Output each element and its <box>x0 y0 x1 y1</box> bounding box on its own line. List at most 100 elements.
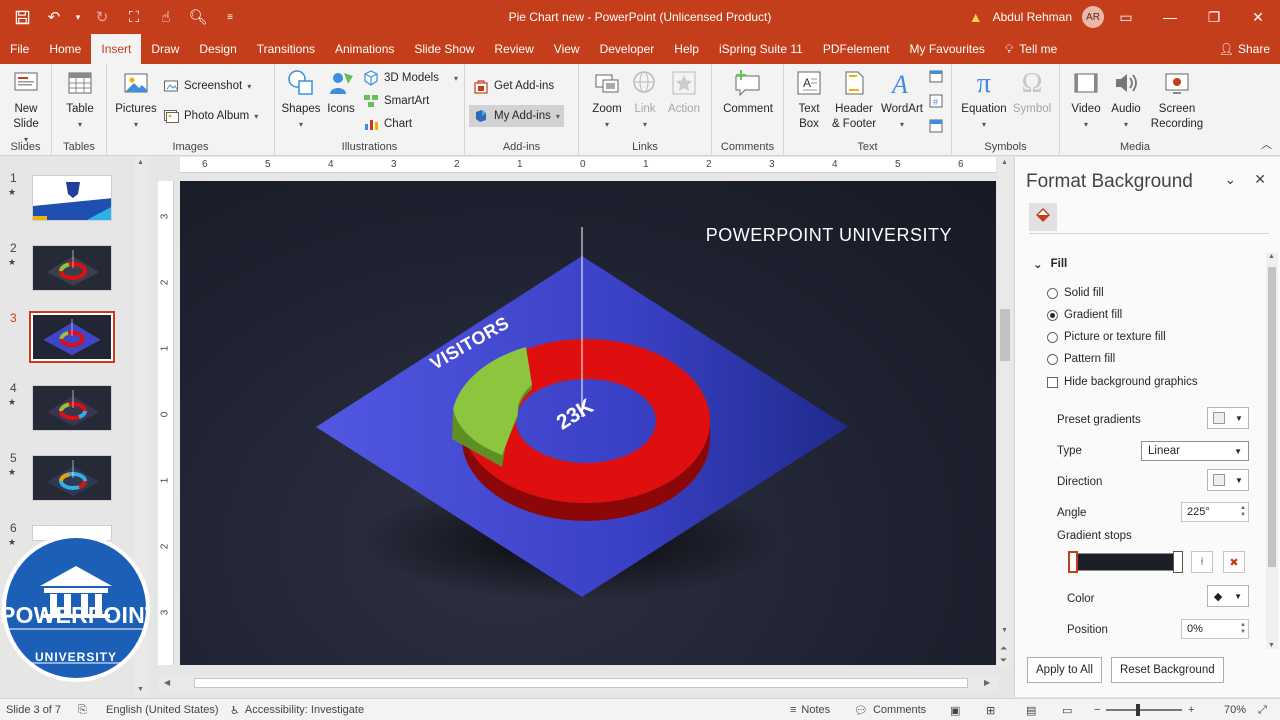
chevron-down-icon[interactable]: ⌄ <box>1225 171 1237 188</box>
apply-to-all-button[interactable]: Apply to All <box>1027 657 1102 683</box>
tell-me-search[interactable]: 💡︎ Tell me <box>995 34 1067 64</box>
photo-album-button[interactable]: Photo Album ▾ <box>163 106 258 126</box>
gradient-stop[interactable] <box>1173 551 1183 573</box>
tab-view[interactable]: View <box>544 34 590 64</box>
slide-vertical-scrollbar[interactable]: ▲ ▼ ⏶ ⏷ <box>998 157 1012 667</box>
screen-recording-button[interactable]: Screen Recording <box>1148 68 1206 132</box>
zoom-out-icon[interactable]: − <box>1094 699 1100 720</box>
chart-button[interactable]: Chart <box>363 114 412 134</box>
zoom-level[interactable]: 70% <box>1224 699 1246 720</box>
tab-ispring[interactable]: iSpring Suite 11 <box>709 34 813 64</box>
previous-slide-icon[interactable]: ⏶ <box>1000 643 1007 654</box>
zoom-button[interactable]: Zoom ▾ <box>589 68 625 132</box>
object-icon[interactable] <box>928 118 944 137</box>
customize-qat-icon[interactable]: ≡ <box>216 3 244 31</box>
tab-developer[interactable]: Developer <box>590 34 665 64</box>
fit-to-window-icon[interactable]: ⤢ <box>1258 699 1267 720</box>
preset-gradients-dropdown[interactable]: ▼ <box>1207 407 1249 429</box>
remove-gradient-stop-icon[interactable]: ✖ <box>1223 551 1245 573</box>
tab-insert[interactable]: Insert <box>91 34 142 64</box>
restore-icon[interactable]: ❐ <box>1192 0 1236 34</box>
touch-mode-icon[interactable]: ☝ <box>152 3 180 31</box>
audio-button[interactable]: Audio ▾ <box>1108 68 1144 132</box>
add-gradient-stop-icon[interactable]: ⍿ <box>1191 551 1213 573</box>
scroll-down-icon[interactable]: ▼ <box>1001 627 1008 634</box>
type-dropdown[interactable]: Linear ▼ <box>1141 441 1249 461</box>
tab-home[interactable]: Home <box>39 34 91 64</box>
close-icon[interactable]: ✕ <box>1236 0 1280 34</box>
position-spinner[interactable]: 0% ▲ ▼ <box>1181 619 1249 639</box>
scroll-left-icon[interactable]: ◀ <box>164 678 170 687</box>
header-footer-button[interactable]: Header & Footer <box>828 68 880 132</box>
save-icon[interactable] <box>8 3 36 31</box>
tab-help[interactable]: Help <box>664 34 709 64</box>
tab-my-favourites[interactable]: My Favourites <box>900 34 995 64</box>
scroll-right-icon[interactable]: ▶ <box>984 678 990 687</box>
tab-review[interactable]: Review <box>484 34 543 64</box>
pictures-button[interactable]: Pictures ▾ <box>115 68 157 132</box>
print-preview-icon[interactable]: 🔍︎ <box>184 3 212 31</box>
angle-spinner[interactable]: 225° ▲ ▼ <box>1181 502 1249 522</box>
reading-view-icon[interactable]: ▤ <box>1026 699 1036 720</box>
spell-check-icon[interactable]: ⎘ <box>78 699 87 720</box>
tab-pdfelement[interactable]: PDFelement <box>813 34 900 64</box>
scroll-thumb[interactable] <box>194 678 968 688</box>
tab-file[interactable]: File <box>0 34 39 64</box>
spinner-arrows-icon[interactable]: ▲ ▼ <box>1238 622 1248 636</box>
scroll-up-icon[interactable]: ▲ <box>137 159 144 166</box>
icons-button[interactable]: Icons <box>323 68 359 117</box>
tab-draw[interactable]: Draw <box>141 34 189 64</box>
pane-scrollbar[interactable]: ▲ ▼ <box>1266 253 1278 649</box>
close-icon[interactable]: ✕ <box>1254 171 1266 188</box>
minimize-icon[interactable]: — <box>1148 0 1192 34</box>
slide-title[interactable]: POWERPOINT UNIVERSITY <box>706 225 952 246</box>
color-dropdown[interactable]: ◆ ▼ <box>1207 585 1249 607</box>
scroll-down-icon[interactable]: ▼ <box>1268 642 1275 649</box>
scroll-down-icon[interactable]: ▼ <box>137 686 144 693</box>
zoom-in-icon[interactable]: + <box>1188 699 1194 720</box>
avatar[interactable]: AR <box>1082 6 1104 28</box>
picture-fill-radio[interactable]: Picture or texture fill <box>1047 331 1166 343</box>
direction-dropdown[interactable]: ▼ <box>1207 469 1249 491</box>
share-button[interactable]: 👤︎ Share <box>1219 34 1270 64</box>
start-slideshow-icon[interactable]: ⛶ <box>120 3 148 31</box>
slide-horizontal-scrollbar[interactable]: ◀ ▶ <box>158 675 998 691</box>
language-indicator[interactable]: English (United States) <box>106 699 219 720</box>
accessibility-button[interactable]: ♿︎ Accessibility: Investigate <box>230 699 364 720</box>
scroll-thumb[interactable] <box>1268 267 1276 567</box>
smartart-button[interactable]: SmartArt <box>363 91 429 111</box>
redo-icon[interactable]: ↻ <box>88 3 116 31</box>
video-button[interactable]: Video ▾ <box>1068 68 1104 132</box>
user-area[interactable]: ▲ Abdul Rehman AR <box>969 0 1104 34</box>
slide-canvas[interactable]: POWERPOINT UNIVERSITY VISITORS 23K <box>180 181 996 665</box>
link-button[interactable]: Link ▾ <box>629 68 661 132</box>
slide-number-icon[interactable]: # <box>928 93 944 112</box>
action-button[interactable]: Action <box>665 68 703 117</box>
slide-show-icon[interactable]: ▭ <box>1062 699 1072 720</box>
tab-transitions[interactable]: Transitions <box>247 34 325 64</box>
collapse-ribbon-icon[interactable]: ︿ <box>1261 136 1272 152</box>
notes-button[interactable]: ≡ Notes <box>790 699 830 720</box>
next-slide-icon[interactable]: ⏷ <box>1000 655 1007 666</box>
normal-view-icon[interactable]: ▣ <box>950 699 960 720</box>
hide-background-checkbox[interactable]: Hide background graphics <box>1047 376 1198 388</box>
tab-animations[interactable]: Animations <box>325 34 404 64</box>
fill-tab[interactable] <box>1029 203 1057 231</box>
get-addins-button[interactable]: Get Add-ins <box>473 76 554 96</box>
scroll-up-icon[interactable]: ▲ <box>1268 253 1275 260</box>
gradient-stops-bar[interactable] <box>1071 553 1181 571</box>
comments-button[interactable]: 💬︎ Comments <box>854 699 926 720</box>
my-addins-button[interactable]: My Add-ins ▾ <box>469 105 564 127</box>
date-time-icon[interactable] <box>928 68 944 87</box>
scroll-up-icon[interactable]: ▲ <box>1001 159 1008 166</box>
tab-slide-show[interactable]: Slide Show <box>404 34 484 64</box>
solid-fill-radio[interactable]: Solid fill <box>1047 287 1104 299</box>
ribbon-display-options-icon[interactable]: ▭ <box>1104 0 1148 34</box>
zoom-slider[interactable] <box>1106 699 1182 720</box>
equation-button[interactable]: π Equation ▾ <box>960 68 1008 132</box>
screenshot-button[interactable]: Screenshot ▾ <box>163 76 251 96</box>
fill-section-header[interactable]: ⌄ Fill <box>1033 257 1067 271</box>
shapes-button[interactable]: Shapes ▾ <box>281 68 321 132</box>
spinner-arrows-icon[interactable]: ▲ ▼ <box>1238 505 1248 519</box>
tab-design[interactable]: Design <box>189 34 246 64</box>
